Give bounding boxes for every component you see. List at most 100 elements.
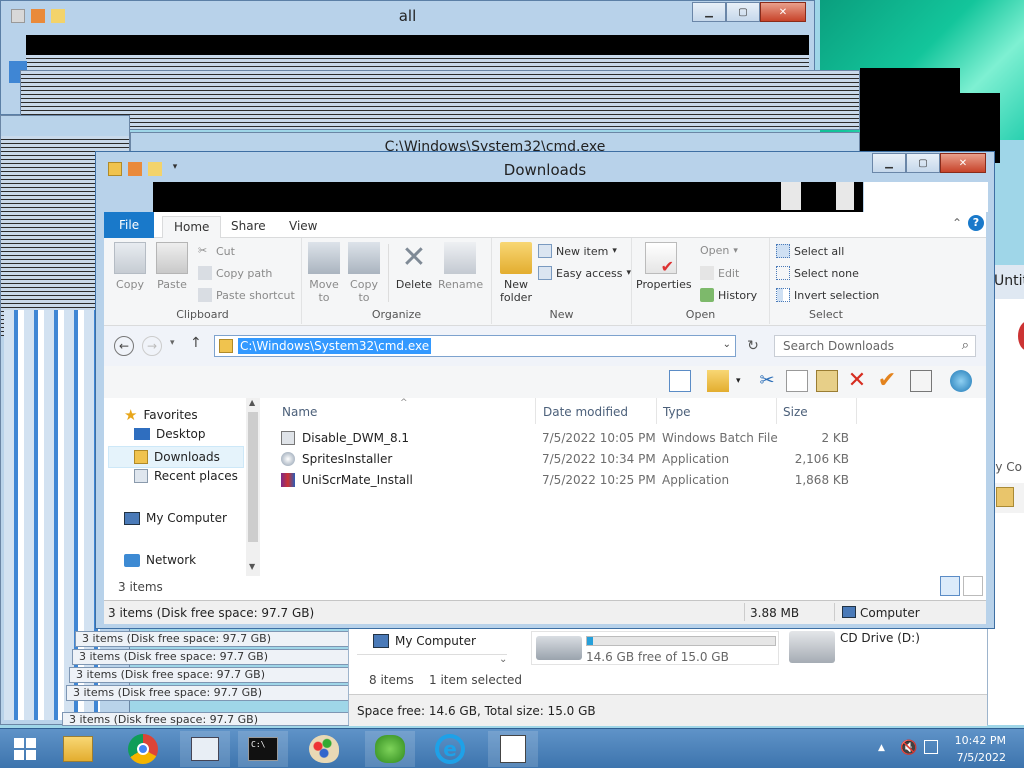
- select-none-icon: [776, 266, 790, 280]
- move-to-button[interactable]: Move to: [306, 242, 342, 304]
- scroll-down-icon[interactable]: ⌄: [499, 654, 507, 665]
- navigation-pane[interactable]: ★ Favorites Desktop Downloads Recent plac…: [104, 398, 266, 600]
- file-list[interactable]: Name ^ Date modified Type Size Disable_D…: [266, 398, 986, 600]
- easy-access-button[interactable]: Easy access ▾: [538, 266, 631, 280]
- start-button[interactable]: [0, 731, 50, 767]
- properties-button[interactable]: ✔ Properties: [636, 242, 692, 291]
- taskbar-sprites[interactable]: [488, 731, 538, 767]
- nav-item-my-computer[interactable]: My Computer: [373, 634, 476, 648]
- refresh-button[interactable]: ↻: [742, 335, 764, 357]
- delete-icon[interactable]: ✕: [846, 370, 868, 392]
- drive-tile-c[interactable]: 14.6 GB free of 15.0 GB: [531, 631, 779, 665]
- paste-icon[interactable]: [816, 370, 838, 392]
- scroll-down-icon[interactable]: ▼: [249, 562, 255, 571]
- tray-chevron-icon[interactable]: ▲: [878, 743, 885, 753]
- maximize-button[interactable]: ▢: [726, 2, 760, 22]
- nav-item-favorites[interactable]: ★ Favorites: [124, 406, 198, 424]
- forward-button[interactable]: →: [142, 336, 162, 356]
- taskbar-file-explorer[interactable]: [53, 731, 103, 767]
- copy-to-button[interactable]: Copy to: [346, 242, 382, 304]
- help-icon[interactable]: ?: [968, 215, 984, 231]
- nav-item-my-computer[interactable]: My Computer: [124, 511, 227, 525]
- rename-button[interactable]: Rename: [438, 242, 483, 291]
- copy-icon[interactable]: [786, 370, 808, 392]
- nav-scroll-thumb[interactable]: [248, 412, 258, 542]
- cut-icon[interactable]: ✂: [756, 370, 778, 392]
- minimize-ribbon-icon[interactable]: ⌃: [952, 216, 962, 230]
- status-text: 3 items (Disk free space: 97.7 GB): [108, 606, 315, 620]
- history-button[interactable]: History: [700, 288, 757, 302]
- close-button[interactable]: ✕: [940, 153, 986, 173]
- taskbar-cmd[interactable]: C:\: [238, 731, 288, 767]
- paste-shortcut-icon: [198, 288, 212, 302]
- tab-share[interactable]: Share: [220, 216, 277, 238]
- installer-icon: [281, 452, 295, 466]
- recent-locations-icon[interactable]: ▾: [170, 338, 175, 348]
- delete-button[interactable]: ✕ Delete: [394, 242, 434, 292]
- new-folder-button[interactable]: New folder: [498, 242, 534, 304]
- preview-pane-icon[interactable]: [669, 370, 691, 392]
- search-input[interactable]: Search Downloads ⌕: [774, 335, 976, 357]
- column-header-size[interactable]: Size: [777, 398, 857, 424]
- nav-scrollbar[interactable]: ▲ ▼: [246, 398, 260, 576]
- nav-item-recent-places[interactable]: Recent places: [134, 469, 238, 483]
- nav-item-downloads[interactable]: Downloads: [108, 446, 244, 468]
- tab-file[interactable]: File: [104, 212, 155, 238]
- edit-button[interactable]: Edit: [700, 266, 739, 280]
- window-title: Downloads: [503, 161, 587, 179]
- folder-icon: [63, 736, 93, 762]
- large-icons-view-icon[interactable]: [963, 576, 983, 596]
- address-bar[interactable]: C:\Windows\System32\cmd.exe ⌄: [214, 335, 736, 357]
- cd-drive-label[interactable]: CD Drive (D:): [840, 631, 920, 645]
- copy-button[interactable]: Copy: [110, 242, 150, 291]
- column-header-date[interactable]: Date modified: [537, 398, 657, 424]
- details-view-icon[interactable]: [940, 576, 960, 596]
- select-all-icon: [776, 244, 790, 258]
- column-header-type[interactable]: Type: [657, 398, 777, 424]
- paste-shortcut-button[interactable]: Paste shortcut: [198, 288, 295, 302]
- speaker-muted-icon[interactable]: 🔇: [900, 740, 917, 756]
- taskbar-window-app[interactable]: [180, 731, 230, 767]
- scroll-up-icon[interactable]: ▲: [249, 398, 255, 407]
- table-row[interactable]: SpritesInstaller 7/5/2022 10:34 PM Appli…: [266, 449, 986, 470]
- address-dropdown-icon[interactable]: ⌄: [723, 339, 731, 350]
- taskbar-internet-explorer[interactable]: e: [425, 731, 475, 767]
- cut-button[interactable]: ✂ Cut: [198, 244, 235, 258]
- clock-time[interactable]: 10:42 PM: [955, 734, 1006, 747]
- tab-view[interactable]: View: [278, 216, 328, 238]
- nav-item-desktop[interactable]: Desktop: [134, 427, 206, 441]
- rename-icon[interactable]: [910, 370, 932, 392]
- copy-path-button[interactable]: Copy path: [198, 266, 272, 280]
- options-dropdown-icon[interactable]: ▾: [736, 376, 741, 386]
- select-none-button[interactable]: Select none: [776, 266, 859, 280]
- star-icon: ★: [124, 406, 138, 424]
- select-all-button[interactable]: Select all: [776, 244, 844, 258]
- address-text[interactable]: C:\Windows\System32\cmd.exe: [238, 338, 432, 354]
- table-row[interactable]: Disable_DWM_8.1 7/5/2022 10:05 PM Window…: [266, 428, 986, 449]
- folder-options-icon[interactable]: [707, 370, 729, 392]
- taskbar-paint[interactable]: [299, 731, 349, 767]
- back-button[interactable]: ←: [114, 336, 134, 356]
- table-row[interactable]: UniScrMate_Install 7/5/2022 10:25 PM App…: [266, 470, 986, 491]
- minimize-button[interactable]: ▁: [872, 153, 906, 173]
- open-button[interactable]: Open ▾: [700, 244, 738, 257]
- invert-selection-button[interactable]: Invert selection: [776, 288, 879, 302]
- nav-item-network[interactable]: Network: [124, 553, 196, 567]
- minimize-button[interactable]: ▁: [692, 2, 726, 22]
- new-item-button[interactable]: New item ▾: [538, 244, 617, 258]
- taskbar-chrome[interactable]: [118, 731, 168, 767]
- clock-date[interactable]: 7/5/2022: [957, 751, 1006, 764]
- ghost-status-bar: 3 items (Disk free space: 97.7 GB): [66, 685, 350, 701]
- tab-home[interactable]: Home: [162, 216, 222, 238]
- taskbar-installer[interactable]: [365, 731, 415, 767]
- downloads-window[interactable]: ▾ Downloads ▁ ▢ ✕ File Home Share View ⌃…: [95, 151, 995, 629]
- network-icon[interactable]: [924, 740, 938, 754]
- up-button[interactable]: ↑: [190, 335, 202, 351]
- background-explorer-computer[interactable]: My Computer ⌄ 14.6 GB free of 15.0 GB CD…: [348, 625, 988, 726]
- maximize-button[interactable]: ▢: [906, 153, 940, 173]
- sprites-icon: [500, 735, 526, 763]
- close-button[interactable]: ✕: [760, 2, 806, 22]
- paste-button[interactable]: Paste: [152, 242, 192, 291]
- checkmark-icon[interactable]: ✔: [876, 370, 898, 392]
- globe-icon[interactable]: [950, 370, 972, 392]
